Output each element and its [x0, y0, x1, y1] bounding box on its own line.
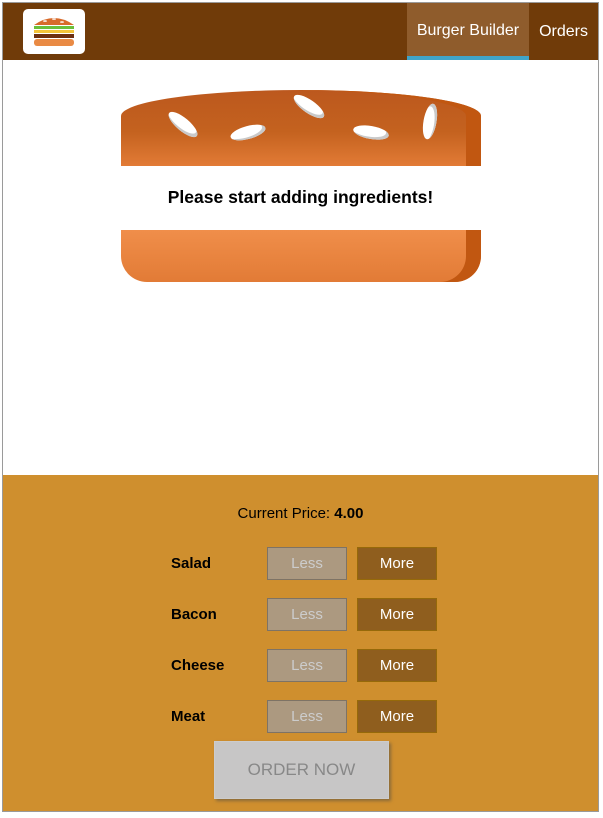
sesame-seed [420, 102, 440, 141]
empty-burger-message: Please start adding ingredients! [167, 187, 434, 207]
bread-bottom [121, 230, 481, 282]
more-bacon-button[interactable]: More [357, 598, 437, 631]
logo[interactable] [23, 9, 85, 54]
more-salad-button[interactable]: More [357, 547, 437, 580]
less-salad-button[interactable]: Less [267, 547, 347, 580]
current-price: Current Price: 4.00 [3, 505, 598, 522]
ingredient-row-bacon: Bacon Less More [3, 598, 598, 632]
more-cheese-button[interactable]: More [357, 649, 437, 682]
ingredient-label: Cheese [171, 657, 225, 674]
nav-burger-builder[interactable]: Burger Builder [406, 3, 530, 60]
price-value: 4.00 [334, 505, 364, 522]
less-meat-button[interactable]: Less [267, 700, 347, 733]
bread-top [121, 90, 481, 166]
ingredient-row-salad: Salad Less More [3, 547, 598, 581]
sesame-seed [228, 121, 268, 144]
ingredient-label: Salad [171, 555, 212, 572]
price-label: Current Price: [237, 505, 331, 522]
app-window: Burger Builder Orders Please start addin… [2, 2, 599, 812]
sesame-seed [352, 122, 390, 143]
less-bacon-button[interactable]: Less [267, 598, 347, 631]
sesame-seed [165, 107, 201, 142]
ingredient-row-cheese: Cheese Less More [3, 649, 598, 683]
nav-orders[interactable]: Orders [529, 3, 598, 60]
ingredient-row-meat: Meat Less More [3, 700, 598, 734]
main-nav: Burger Builder Orders [406, 3, 598, 60]
ingredient-label: Meat [171, 708, 206, 725]
order-now-button[interactable]: ORDER NOW [214, 741, 389, 799]
less-cheese-button[interactable]: Less [267, 649, 347, 682]
burger-logo-icon [34, 18, 74, 46]
ingredient-label: Bacon [171, 606, 217, 623]
burger-preview: Please start adding ingredients! [3, 60, 598, 475]
more-meat-button[interactable]: More [357, 700, 437, 733]
toolbar: Burger Builder Orders [3, 3, 598, 60]
sesame-seed [290, 90, 328, 123]
build-controls: Current Price: 4.00 Salad Less More Baco… [3, 475, 598, 811]
